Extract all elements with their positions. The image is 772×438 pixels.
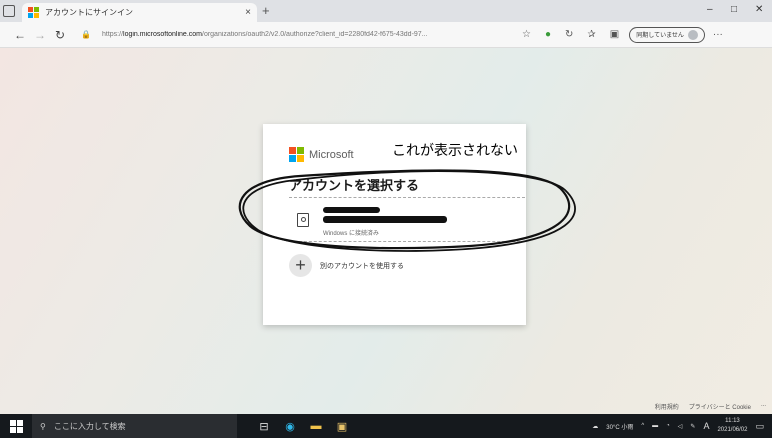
taskbar: ⚲ ここに入力して検索 ⊟ ◉ ▬ ▣ ☁ 30°C 小雨 ^ ▬ ◔ ◁ ✎ … — [0, 414, 772, 438]
tab-actions-icon[interactable] — [3, 5, 15, 17]
profile-sync-button[interactable]: 同期していません — [629, 26, 705, 43]
tab-close-icon[interactable]: × — [245, 7, 251, 18]
task-view-icon[interactable]: ⊟ — [251, 420, 277, 433]
divider — [289, 241, 525, 242]
start-button[interactable] — [0, 419, 32, 433]
divider — [289, 197, 525, 198]
lock-icon[interactable]: 🔒 — [76, 30, 96, 39]
minimize-button[interactable]: – — [707, 4, 713, 15]
pen-icon[interactable]: ✎ — [690, 423, 695, 430]
footer-more-link[interactable]: ... — [761, 402, 766, 411]
extension-icon[interactable]: ● — [545, 29, 551, 40]
new-tab-button[interactable]: + — [262, 3, 270, 18]
clock[interactable]: 11:13 2021/06/02 — [717, 417, 747, 435]
close-window-button[interactable]: ✕ — [755, 4, 763, 15]
privacy-link[interactable]: プライバシーと Cookie — [689, 402, 751, 411]
back-button[interactable]: ← — [10, 28, 30, 42]
search-placeholder: ここに入力して検索 — [53, 421, 126, 431]
avatar — [687, 29, 698, 40]
url-host: login.microsoftonline.com — [123, 31, 202, 38]
url-prefix: https:// — [102, 31, 124, 38]
tab-title: アカウントにサインイン — [45, 8, 133, 17]
windows-logo-icon — [9, 419, 23, 433]
weather-icon[interactable]: ☁ — [592, 423, 598, 430]
collections-icon[interactable]: ▣ — [610, 29, 619, 40]
maximize-button[interactable]: □ — [731, 4, 737, 15]
url-path: /organizations/oauth2/v2.0/authorize?cli… — [202, 31, 428, 38]
redacted-email — [323, 216, 447, 223]
footer-links: 利用規約 プライバシーと Cookie ... — [655, 402, 766, 411]
search-icon: ⚲ — [40, 421, 46, 431]
ime-indicator[interactable]: A — [703, 421, 709, 431]
brand-name: Microsoft — [309, 148, 354, 161]
tab-signin[interactable]: アカウントにサインイン × — [22, 3, 257, 22]
add-account-label: 別のアカウントを使用する — [320, 262, 404, 270]
tab-bar: アカウントにサインイン × + – □ ✕ — [0, 0, 772, 22]
favorite-star-icon[interactable]: ☆ — [522, 29, 531, 40]
microsoft-logo-icon — [28, 7, 39, 18]
page-background: Microsoft アカウントを選択する Windows に接続済み + 別のア… — [0, 48, 772, 414]
system-tray: ☁ 30°C 小雨 ^ ▬ ◔ ◁ ✎ A 11:13 2021/06/02 ▭ — [592, 417, 772, 435]
chevron-up-icon[interactable]: ^ — [641, 423, 644, 429]
taskbar-search[interactable]: ⚲ ここに入力して検索 — [32, 414, 237, 438]
redacted-name — [323, 207, 380, 213]
account-status: Windows に接続済み — [323, 231, 380, 237]
handwritten-annotation: これが表示されない — [392, 143, 518, 159]
weather-text[interactable]: 30°C 小雨 — [606, 422, 633, 431]
clock-time: 11:13 — [725, 418, 740, 424]
more-menu-button[interactable]: ··· — [713, 29, 723, 40]
refresh-extension-icon[interactable]: ↻ — [565, 29, 573, 40]
notification-icon[interactable]: ▭ — [755, 421, 764, 432]
card-brand: Microsoft — [289, 147, 354, 162]
account-badge-icon — [297, 213, 309, 227]
address-bar[interactable]: https://login.microsoftonline.com/organi… — [102, 31, 502, 38]
file-explorer-icon[interactable]: ▬ — [303, 420, 329, 432]
clock-date: 2021/06/02 — [717, 427, 748, 433]
edge-icon[interactable]: ◉ — [277, 420, 303, 433]
sync-status-label: 同期していません — [636, 33, 684, 39]
battery-icon[interactable]: ▬ — [652, 423, 658, 429]
refresh-button[interactable]: ↻ — [50, 28, 70, 42]
network-icon[interactable]: ◔ — [666, 423, 670, 429]
microsoft-logo-icon — [289, 147, 304, 162]
forward-button[interactable]: → — [30, 28, 50, 42]
store-icon[interactable]: ▣ — [329, 420, 355, 433]
terms-link[interactable]: 利用規約 — [655, 402, 679, 411]
use-another-account-button[interactable]: + 別のアカウントを使用する — [289, 254, 404, 277]
browser-toolbar: ← → ↻ 🔒 https://login.microsoftonline.co… — [0, 22, 772, 48]
favorites-icon[interactable]: ✰ — [587, 29, 595, 40]
volume-icon[interactable]: ◁ — [678, 423, 683, 430]
plus-icon: + — [289, 254, 312, 277]
card-title: アカウントを選択する — [289, 178, 420, 193]
